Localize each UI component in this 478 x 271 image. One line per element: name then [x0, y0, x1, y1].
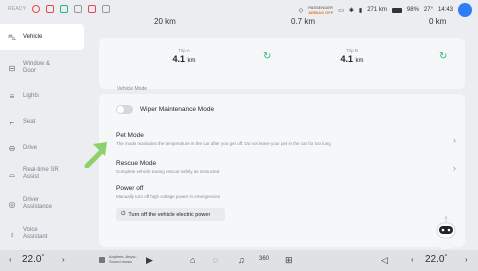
battery-icon [391, 7, 402, 13]
rescue-mode-title: Rescue Mode [116, 160, 157, 167]
window-door-icon: ⊟ [8, 63, 16, 73]
sidebar-item-voice-assistant[interactable]: ♁ Voice Assistant [0, 221, 86, 247]
now-playing: Anytime, Anyw... Sound music [109, 254, 139, 264]
vehicle-settings-panel: 20 km 0.7 km 0 km Trip A 4.1 km ↻ Trip B… [99, 17, 465, 247]
power-off-title: Power off [116, 185, 144, 192]
music-icon[interactable]: ♫ [238, 255, 245, 265]
user-avatar[interactable] [458, 3, 472, 17]
airbag-status: PASSENGER AIRBAG OFF [308, 5, 334, 15]
odometer-value-a: 20 km [154, 17, 176, 26]
clock: 14:43 [437, 7, 453, 13]
rescue-mode-desc: Complete vehicle towing rescue safely as… [116, 169, 220, 174]
chevron-left-right-icon[interactable]: ‹ [411, 255, 414, 264]
sidebar-item-seat[interactable]: ⌐ Seat [0, 109, 86, 135]
parking-icon [46, 5, 55, 13]
chevron-right-left-icon[interactable]: › [62, 255, 65, 264]
power-off-desc: Manually turn off high voltage power in … [116, 194, 220, 199]
sidebar-item-lights[interactable]: ≡ Lights [0, 83, 86, 109]
reset-trip-a-icon[interactable]: ↻ [263, 51, 271, 62]
location-icon: ◇ [298, 7, 304, 14]
chevron-right-icon[interactable]: › [465, 255, 468, 264]
home-icon[interactable]: ⌂ [190, 255, 195, 265]
sr-icon: ⌓ [8, 169, 16, 179]
voice-assistant-robot-icon[interactable] [431, 215, 461, 249]
left-temp[interactable]: 22.0° [22, 254, 44, 265]
chevron-right-icon: › [453, 163, 456, 173]
chevron-right-icon: › [453, 135, 456, 145]
sidebar-item-window-door[interactable]: ⊟ Window & Door [0, 55, 86, 81]
sidebar-item-driver-assistance[interactable]: ◎ Driver Assistance [0, 191, 86, 217]
odometer-value-c: 0 km [429, 17, 447, 26]
album-art [99, 257, 105, 263]
car-icon: ⛍ [7, 32, 17, 42]
play-icon[interactable]: ▶ [146, 255, 153, 266]
lights-icon: ≡ [9, 91, 15, 101]
trip-b: Trip B 4.1 km [340, 48, 364, 64]
wiper-label: Wiper Maintenance Mode [140, 106, 215, 113]
pet-mode-row[interactable]: Pet Mode The mode maintains the temperat… [116, 132, 456, 152]
wiper-row: Wiper Maintenance Mode [116, 105, 456, 117]
bluetooth-icon: ✱ [348, 7, 354, 14]
phone-icon: ▭ [338, 7, 344, 14]
status-bar: READY ◇ PASSENGER AIRBAG OFF ▭ ✱ ▮ 271 k… [0, 0, 478, 19]
driver-assist-icon: ◎ [8, 199, 16, 209]
lights-green-icon [60, 5, 69, 13]
section-title: Vehicle Mode [117, 86, 148, 92]
power-off-button[interactable]: ⏻ Turn off the vehicle electric power [116, 208, 225, 221]
settings-sidebar: ⛍ Vehicle ⊟ Window & Door ≡ Lights ⌐ Seat… [0, 24, 86, 246]
vehicle-mode-card: Wiper Maintenance Mode Pet Mode The mode… [99, 94, 465, 247]
power-icon: ⏻ [121, 211, 126, 217]
apps-shape-icon[interactable]: ◌ [213, 255, 218, 265]
odometer-value-b: 0.7 km [291, 17, 316, 26]
sidebar-item-real-time-sr[interactable]: ⌓ Real-time SR Assist [0, 161, 86, 187]
voice-icon: ♁ [9, 229, 15, 239]
battery-text: 98% [406, 7, 419, 13]
trip-card: Trip A 4.1 km ↻ Trip B 4.1 km ↻ [99, 38, 465, 89]
camera-360-button[interactable]: 360 [259, 256, 269, 262]
warning-red-icon [32, 5, 41, 13]
rescue-mode-row[interactable]: Rescue Mode Complete vehicle towing resc… [116, 160, 456, 180]
range-text: 271 km [367, 7, 387, 13]
odometer-row: 20 km 0.7 km 0 km [99, 17, 465, 34]
tire-icon [102, 5, 111, 13]
steering-icon: ⊖ [8, 143, 16, 153]
reset-trip-b-icon[interactable]: ↻ [439, 51, 447, 62]
pet-mode-desc: The mode maintains the temperature in th… [116, 141, 331, 146]
power-off-row: Power off Manually turn off high voltage… [116, 185, 456, 225]
sidebar-item-drive[interactable]: ⊖ Drive [0, 135, 86, 161]
pointer-arrow-icon [84, 142, 107, 168]
sidebar-item-vehicle[interactable]: ⛍ Vehicle [0, 24, 84, 50]
signal-icon: ▮ [358, 7, 363, 14]
auto-lights-icon [88, 5, 97, 13]
outside-temp: 27° [423, 7, 433, 13]
grid-icon[interactable]: ⊞ [285, 255, 293, 266]
trip-a: Trip A 4.1 km [172, 48, 196, 64]
bottom-dock: ‹ 22.0° › Anytime, Anyw... Sound music ▶ … [0, 250, 478, 271]
right-temp[interactable]: 22.0° [425, 254, 447, 265]
pet-mode-title: Pet Mode [116, 132, 144, 139]
seatbelt-icon [74, 5, 83, 13]
chevron-left-icon[interactable]: ‹ [9, 255, 12, 264]
ready-indicator: READY [8, 6, 27, 12]
seat-icon: ⌐ [9, 117, 15, 127]
wiper-toggle[interactable] [116, 105, 133, 114]
volume-icon[interactable]: ◁ [381, 255, 388, 266]
